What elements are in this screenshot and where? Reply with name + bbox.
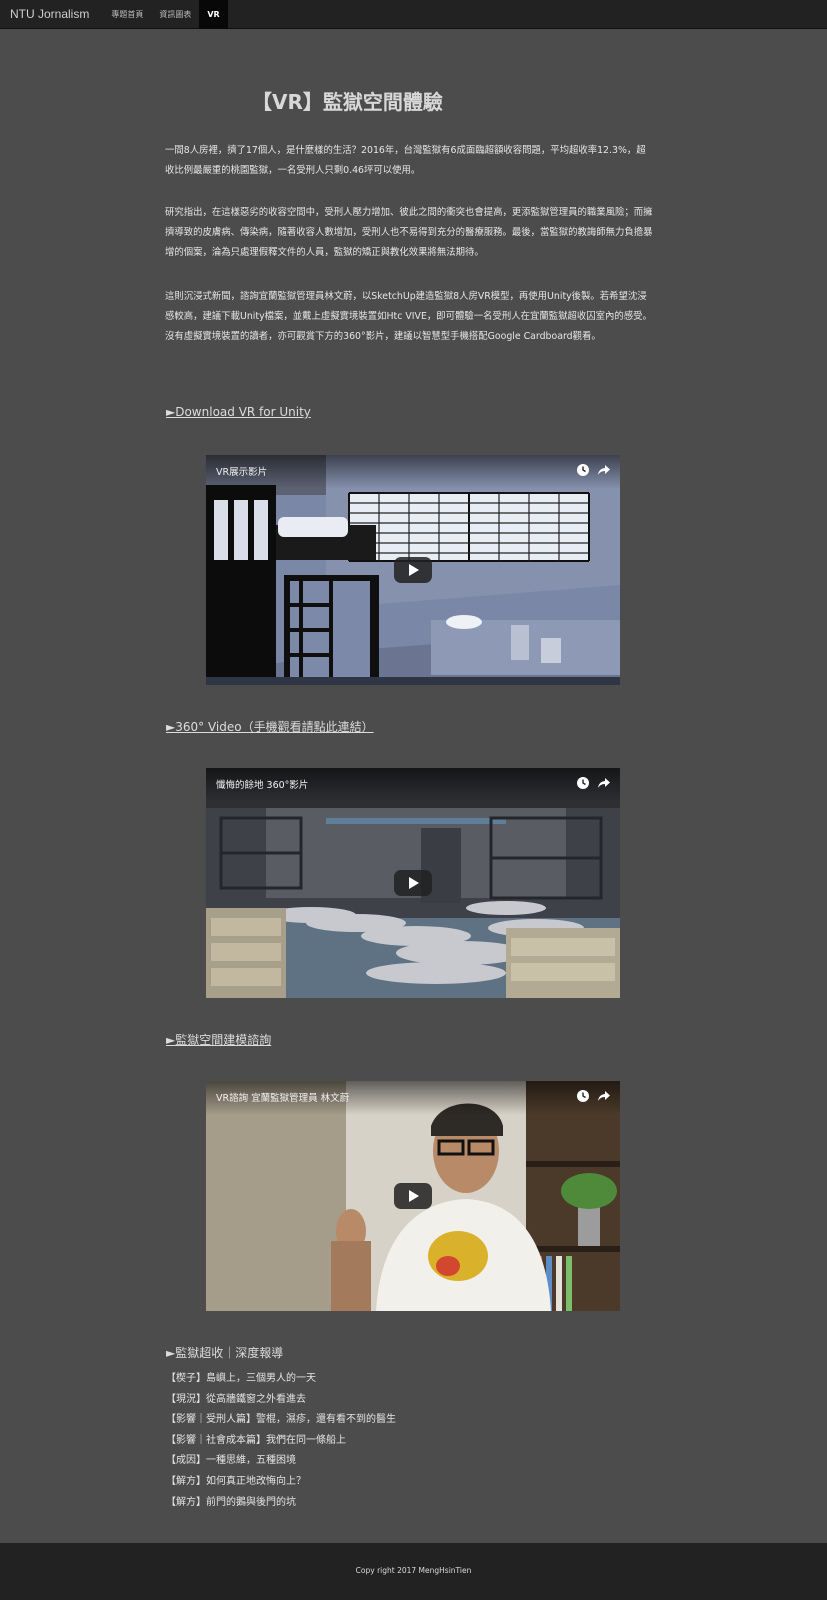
video-top-overlay (206, 455, 620, 489)
play-icon[interactable] (394, 870, 432, 896)
report-link[interactable]: 【楔子】島嶼上，三個男人的一天 (166, 1369, 396, 1390)
video-title[interactable]: VR諮詢 宜蘭監獄管理員 林文蔚 (216, 1090, 349, 1104)
video360-link[interactable]: ►360° Video（手機觀看請點此連結） (166, 718, 374, 735)
clock-icon[interactable] (576, 1089, 590, 1103)
download-unity-link[interactable]: ►Download VR for Unity (166, 405, 311, 419)
report-link[interactable]: 【成因】一種思維，五種困境 (166, 1451, 396, 1472)
video-title[interactable]: VR展示影片 (216, 464, 267, 478)
report-link[interactable]: 【影響｜受刑人篇】警棍，濕疹，還有看不到的醫生 (166, 1410, 396, 1431)
page-title: 【VR】監獄空間體驗 (252, 90, 443, 114)
report-link[interactable]: 【解方】如何真正地改悔向上？ (166, 1472, 396, 1493)
share-icon[interactable] (597, 1089, 611, 1103)
report-link[interactable]: 【現況】從高牆鐵窗之外看進去 (166, 1390, 396, 1411)
modeling-consult-link[interactable]: ►監獄空間建模諮詢 (166, 1031, 271, 1048)
brand-link[interactable]: NTU Jornalism (0, 0, 103, 29)
research-paragraph: 研究指出，在這樣惡劣的收容空間中，受刑人壓力增加、彼此之間的衝突也會提高，更添監… (165, 207, 653, 258)
immersive-news-paragraph: 這則沉浸式新聞，諮詢宜蘭監獄管理員林文蔚，以SketchUp建造監獄8人房VR模… (165, 291, 652, 342)
nav-item-project-home[interactable]: 專題首頁 (103, 0, 151, 29)
play-icon[interactable] (394, 557, 432, 583)
report-list: 【楔子】島嶼上，三個男人的一天 【現況】從高牆鐵窗之外看進去 【影響｜受刑人篇】… (166, 1369, 396, 1513)
clock-icon[interactable] (576, 463, 590, 477)
nav-item-vr[interactable]: VR (199, 0, 228, 29)
report-link[interactable]: 【解方】前門的鵝與後門的坑 (166, 1493, 396, 1514)
video360[interactable]: 懺悔的餘地 360°影片 (206, 768, 620, 998)
share-icon[interactable] (597, 776, 611, 790)
page-footer: Copy right 2017 MengHsinTien (0, 1543, 827, 1600)
report-section-heading: ►監獄超收｜深度報導 (166, 1346, 284, 1360)
video-title[interactable]: 懺悔的餘地 360°影片 (216, 777, 308, 791)
nav-item-infographics[interactable]: 資訊圖表 (151, 0, 199, 29)
copyright-text: Copy right 2017 MengHsinTien (355, 1566, 472, 1575)
intro-paragraph: 一間8人房裡，擠了17個人，是什麼樣的生活？2016年，台灣監獄有6成面臨超額收… (165, 145, 646, 176)
vr-demo-video[interactable]: VR展示影片 (206, 455, 620, 685)
modeling-consult-video[interactable]: VR諮詢 宜蘭監獄管理員 林文蔚 (206, 1081, 620, 1311)
report-link[interactable]: 【影響｜社會成本篇】我們在同一條船上 (166, 1431, 396, 1452)
play-icon[interactable] (394, 1183, 432, 1209)
share-icon[interactable] (597, 463, 611, 477)
top-navbar: NTU Jornalism 專題首頁 資訊圖表 VR (0, 0, 827, 29)
clock-icon[interactable] (576, 776, 590, 790)
